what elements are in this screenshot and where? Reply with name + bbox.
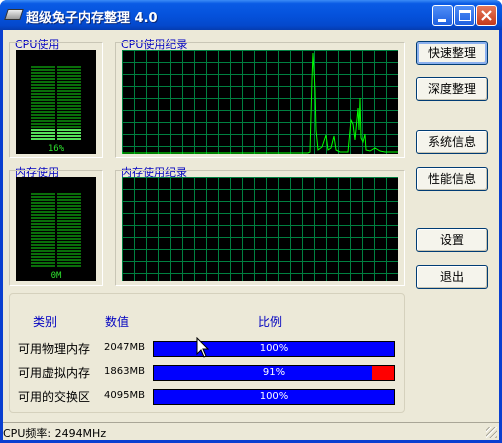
meter-segment — [31, 256, 81, 258]
virtual-memory-bar: 91% — [153, 365, 395, 381]
meter-segment — [31, 75, 81, 77]
meter-segment — [31, 99, 81, 101]
status-bar: CPU频率: 2494MHz — [3, 422, 499, 440]
memory-usage-bars — [31, 193, 81, 269]
meter-segment — [31, 78, 81, 80]
meter-segment — [31, 196, 81, 198]
meter-segment — [31, 244, 81, 246]
meter-segment — [31, 66, 81, 68]
memory-usage-value: 0M — [50, 271, 62, 281]
app-window: 超级兔子内存整理 4.0 CPU使用 16% CPU使用纪录 内存使用 0M 内… — [0, 0, 502, 443]
meter-segment — [31, 69, 81, 71]
meter-segment — [31, 135, 81, 137]
meter-segment — [31, 211, 81, 213]
minimize-icon — [438, 19, 446, 22]
physical-memory-percent: 100% — [259, 343, 289, 354]
meter-segment — [31, 223, 81, 225]
meter-segment — [31, 226, 81, 228]
meter-segment — [31, 102, 81, 104]
meter-segment — [31, 129, 81, 131]
swap-bar: 100% — [153, 389, 395, 405]
cpu-history-chart — [122, 52, 398, 154]
meter-segment — [31, 96, 81, 98]
meter-segment — [31, 93, 81, 95]
memory-chip-icon — [4, 9, 24, 20]
physical-memory-bar: 100% — [153, 341, 395, 357]
meter-segment — [31, 235, 81, 237]
virtual-memory-percent: 91% — [262, 367, 286, 378]
meter-segment — [31, 138, 81, 140]
minimize-button[interactable] — [432, 5, 453, 26]
meter-segment — [31, 120, 81, 122]
meter-segment — [31, 105, 81, 107]
meter-segment — [31, 117, 81, 119]
row-label: 可用的交换区 — [18, 390, 91, 404]
meter-segment — [31, 265, 81, 267]
performance-info-button[interactable]: 性能信息 — [416, 167, 488, 191]
system-info-button[interactable]: 系统信息 — [416, 130, 488, 154]
cpu-history-line — [122, 52, 398, 154]
meter-segment — [31, 214, 81, 216]
header-category: 类别 — [33, 315, 58, 329]
window-title: 超级兔子内存整理 4.0 — [26, 11, 158, 26]
cpu-history-graph — [122, 50, 398, 154]
meter-segment — [31, 84, 81, 86]
meter-segment — [31, 90, 81, 92]
meter-segment — [31, 217, 81, 219]
meter-segment — [31, 262, 81, 264]
meter-segment — [31, 247, 81, 249]
close-button[interactable] — [476, 5, 497, 26]
maximize-icon — [459, 10, 471, 21]
meter-segment — [31, 202, 81, 204]
meter-segment — [31, 238, 81, 240]
meter-segment — [31, 126, 81, 128]
meter-segment — [31, 108, 81, 110]
header-value: 数值 — [105, 315, 130, 329]
settings-button[interactable]: 设置 — [416, 228, 488, 252]
meter-segment — [31, 250, 81, 252]
meter-segment — [31, 123, 81, 125]
mouse-cursor-icon — [196, 337, 210, 358]
close-icon — [481, 10, 492, 21]
meter-segment — [31, 132, 81, 134]
resize-grip[interactable] — [486, 427, 497, 438]
cpu-usage-bars — [31, 66, 81, 142]
meter-segment — [31, 193, 81, 195]
meter-segment — [31, 241, 81, 243]
swap-percent: 100% — [259, 391, 289, 402]
row-value: 1863MB — [104, 366, 145, 377]
meter-segment — [31, 87, 81, 89]
deep-clean-button[interactable]: 深度整理 — [416, 77, 488, 101]
cpu-usage-value: 16% — [47, 144, 65, 154]
meter-segment — [31, 199, 81, 201]
client-area: CPU使用 16% CPU使用纪录 内存使用 0M 内存使用纪录 快速整理 深度… — [3, 30, 499, 440]
memory-usage-meter: 0M — [16, 177, 96, 281]
meter-segment — [31, 253, 81, 255]
meter-segment — [31, 114, 81, 116]
cpu-frequency-status: CPU频率: 2494MHz — [3, 427, 107, 440]
meter-segment — [31, 229, 81, 231]
row-value: 4095MB — [104, 390, 145, 401]
memory-history-graph — [122, 177, 398, 281]
meter-segment — [31, 205, 81, 207]
row-label: 可用虚拟内存 — [18, 366, 91, 380]
quick-clean-button[interactable]: 快速整理 — [416, 41, 488, 65]
meter-segment — [31, 72, 81, 74]
header-ratio: 比例 — [258, 315, 283, 329]
meter-segment — [31, 220, 81, 222]
title-bar[interactable]: 超级兔子内存整理 4.0 — [0, 0, 502, 30]
row-label: 可用物理内存 — [18, 342, 91, 356]
row-value: 2047MB — [104, 342, 145, 353]
meter-segment — [31, 81, 81, 83]
maximize-button[interactable] — [454, 5, 475, 26]
meter-segment — [31, 208, 81, 210]
meter-segment — [31, 232, 81, 234]
meter-segment — [31, 259, 81, 261]
exit-button[interactable]: 退出 — [416, 265, 488, 289]
cpu-usage-meter: 16% — [16, 50, 96, 154]
meter-segment — [31, 111, 81, 113]
